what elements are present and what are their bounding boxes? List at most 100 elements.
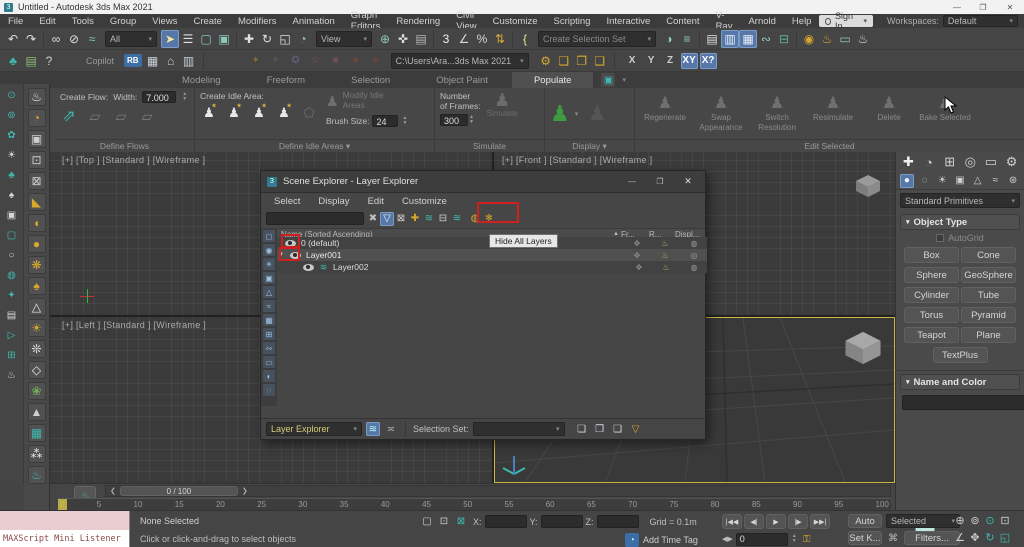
project-path-dropdown[interactable]: C:\Users\Ara...3ds Max 2021▾ [391,53,529,69]
layers-stack-icon[interactable]: ≋ [450,212,464,226]
named-selection-sets-icon[interactable]: { [516,30,534,48]
wire-sphere-icon[interactable]: ❋ [28,256,46,274]
cameras-subtab-icon[interactable]: ▣ [953,174,967,188]
y-coordinate-field[interactable] [541,515,583,528]
show-objects-icon[interactable]: ◻ [263,230,275,242]
toggle-ribbon-icon[interactable]: ▦ [739,30,757,48]
sunburst-icon[interactable]: ❊ [28,340,46,358]
mirror-icon[interactable]: ◑ [660,30,678,48]
show-helpers-icon[interactable]: △ [263,286,275,298]
show-materials-icon[interactable]: ◐ [263,370,275,382]
layer-mode-icon[interactable]: ≋ [366,422,380,436]
layer-row-layer002[interactable]: ≋ Layer002 ✥ ♨ ◍ [277,261,707,273]
redo-icon[interactable]: ↷ [22,30,40,48]
ribbon-tab[interactable]: Object Paint [414,72,510,88]
sub-doc-icon[interactable]: ❑ [611,422,625,436]
menu-item[interactable]: File [0,14,31,28]
panel-label-define-idle-areas[interactable]: Define Idle Areas ▾ [195,139,434,152]
plugin-icon-4[interactable]: ✫ [309,54,323,68]
show-containers-icon[interactable]: ▭ [263,356,275,368]
layer-render-icon[interactable]: ♨ [655,262,677,272]
filter-sets-icon[interactable]: ▽ [629,422,643,436]
rect-selection-icon[interactable]: ▢ [197,30,215,48]
layer-freeze-icon[interactable]: ✥ [625,238,649,248]
pan-icon[interactable]: ✥ [968,530,982,544]
align-icon[interactable]: ≡ [678,30,696,48]
video-preview-icon[interactable]: ▷ [5,328,19,342]
snap-toggle-icon[interactable]: 3 [437,30,455,48]
grass-icon[interactable]: ⁂ [28,445,46,463]
select-placement-icon[interactable]: ◔ [294,30,312,48]
menu-item[interactable]: Graph Editors [343,14,389,28]
leaf-sphere-icon[interactable]: ❀ [28,382,46,400]
shapes-subtab-icon[interactable]: ◌ [918,174,932,188]
menu-item[interactable]: Civil View [448,14,484,28]
prev-frame-icon[interactable]: ◀| [744,514,764,529]
movie-camera-icon[interactable]: ⊠ [28,172,46,190]
rb-button[interactable]: RB [124,54,142,67]
explorer-search-input[interactable] [266,212,364,225]
film-camera-icon[interactable]: ⊡ [28,151,46,169]
modify-tab-icon[interactable]: ◔ [920,153,938,171]
lights-subtab-icon[interactable]: ☀ [935,174,949,188]
systems-subtab-icon[interactable]: ⊛ [1006,174,1020,188]
object-type-button[interactable]: GeoSphere [961,267,1016,283]
new-layer-icon[interactable]: ≋ [422,212,436,226]
image-plane-icon[interactable]: ▣ [5,208,19,222]
bell-icon[interactable]: △ [28,298,46,316]
settings-gear-icon[interactable]: ⚙ [537,52,555,70]
import-folder-icon[interactable]: ❑ [591,52,609,70]
show-warps-icon[interactable]: ≈ [263,300,275,312]
photo-plane-icon[interactable]: ▢ [5,228,19,242]
render-setup-icon[interactable]: ♨ [818,30,836,48]
object-type-button[interactable]: Plane [961,327,1016,343]
idle-polygon-icon[interactable]: ⬠ [300,104,318,122]
show-lights-icon[interactable]: ☀ [263,258,275,270]
menu-item[interactable]: Edit [31,14,63,28]
plugin-icon-3[interactable]: ✪ [289,54,303,68]
mushroom-light-icon[interactable]: ♠ [28,277,46,295]
percent-snap-icon[interactable]: % [473,30,491,48]
show-xrefs-icon[interactable]: ⊞ [263,328,275,340]
dome-light-icon[interactable]: ◖ [28,214,46,232]
teapot-white-icon[interactable]: ♨ [28,88,46,106]
freeze-all-layers-icon[interactable]: ❄ [482,212,496,226]
collapse-arrow-icon[interactable]: ▼ [277,252,285,258]
flow-width-spinner[interactable]: ▲▼ [182,92,187,102]
object-type-button[interactable]: Torus [904,307,959,323]
show-groups-icon[interactable]: ▦ [263,314,275,326]
physical-camera-icon[interactable]: ⊙ [5,88,19,102]
add-doc-icon[interactable]: ❐ [593,422,607,436]
dialog-menu-item[interactable]: Display [309,194,358,208]
dialog-close-button[interactable]: ✕ [677,176,699,187]
toggle-scene-explorer-icon[interactable]: ▤ [703,30,721,48]
axis-constraint-button[interactable]: X? [700,53,717,69]
ribbon-tab[interactable]: Freeform [245,72,328,88]
select-object-icon[interactable]: ➤ [161,30,179,48]
lock-layers-icon[interactable]: ⊠ [394,212,408,226]
toggle-layer-explorer-icon[interactable]: ▥ [721,30,739,48]
fire-icon[interactable]: ♨ [28,466,46,484]
menu-item[interactable]: Create [185,14,230,28]
utilities-tab-icon[interactable]: ⚙ [1003,153,1021,171]
dialog-minimize-button[interactable]: — [621,177,643,186]
camera-slide-icon[interactable]: ▣ [28,130,46,148]
dialog-menu-item[interactable]: Customize [393,194,456,208]
zoom-all-icon[interactable]: ⊚ [968,513,982,527]
ribbon-tab[interactable]: Modeling [160,72,243,88]
ring-array-icon[interactable]: ○ [5,248,19,262]
viewport-left-label[interactable]: [+] [Left ] [Standard ] [Wireframe ] [62,320,206,330]
panel-label-define-flows[interactable]: Define Flows [55,139,194,152]
autogrid-checkbox[interactable] [936,234,944,242]
axis-constraint-button[interactable]: X [624,53,641,69]
time-slider-track[interactable]: ❮ 0 / 100 ❯ [105,485,891,497]
divider[interactable] [43,31,44,47]
divider[interactable] [699,31,700,47]
viewport-top-label[interactable]: [+] [Top ] [Standard ] [Wireframe ] [62,155,205,165]
select-manipulate-icon[interactable]: ✜ [394,30,412,48]
zoom-extents-icon[interactable]: ⊙ [983,513,997,527]
layer-freeze-icon[interactable]: ✥ [627,262,651,272]
plugin-icon-5[interactable]: ✬ [329,54,343,68]
plant-icon[interactable]: ✿ [5,128,19,142]
ribbon-tab[interactable]: Populate [512,72,594,88]
